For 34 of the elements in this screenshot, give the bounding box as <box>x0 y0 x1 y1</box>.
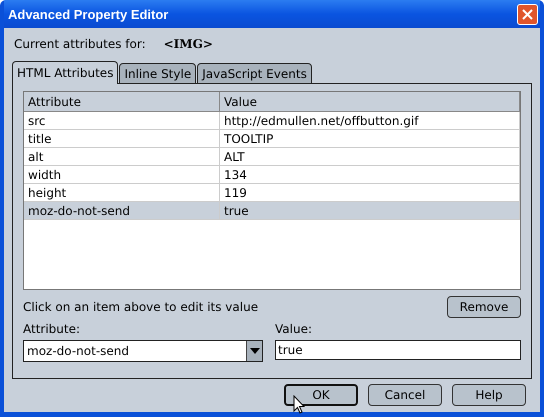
tab[interactable]: Inline Style <box>119 63 196 84</box>
attribute-label: Attribute: <box>23 322 82 336</box>
tab[interactable]: JavaScript Events <box>197 63 312 84</box>
table-cell[interactable]: src <box>24 112 220 130</box>
dialog-button[interactable]: Cancel <box>368 384 442 406</box>
table-cell[interactable]: width <box>24 166 220 184</box>
attribute-dropdown[interactable]: moz-do-not-send <box>23 340 263 362</box>
table-cell[interactable]: true <box>220 202 520 220</box>
table-cell[interactable]: moz-do-not-send <box>24 202 220 220</box>
table-cell[interactable]: http://edmullen.net/offbutton.gif <box>220 112 520 130</box>
table-cell[interactable]: height <box>24 184 220 202</box>
dialog-button[interactable]: OK <box>284 384 358 406</box>
value-field[interactable]: true <box>275 340 521 360</box>
close-icon <box>522 8 533 20</box>
dropdown-button[interactable] <box>246 341 262 361</box>
value-label: Value: <box>275 322 313 336</box>
table-cell[interactable]: TOOLTIP <box>220 130 520 148</box>
current-attributes-label: Current attributes for: <box>14 37 146 51</box>
remove-button[interactable]: Remove <box>447 296 521 318</box>
pointer-icon <box>293 395 305 414</box>
caret-icon <box>250 348 260 354</box>
table-cell[interactable]: 134 <box>220 166 520 184</box>
table-cell[interactable]: title <box>24 130 220 148</box>
element-name: <IMG> <box>164 37 213 51</box>
close-button[interactable] <box>517 4 538 24</box>
table-cell[interactable]: alt <box>24 148 220 166</box>
column-header[interactable]: Value <box>220 92 520 112</box>
table-cell[interactable]: 119 <box>220 184 520 202</box>
window-title: Advanced Property Editor <box>8 6 168 22</box>
column-header[interactable]: Attribute <box>24 92 220 112</box>
dialog-button[interactable]: Help <box>452 384 526 406</box>
hint-text: Click on an item above to edit its value <box>23 300 258 314</box>
tab[interactable]: HTML Attributes <box>12 61 118 84</box>
table-cell[interactable]: ALT <box>220 148 520 166</box>
